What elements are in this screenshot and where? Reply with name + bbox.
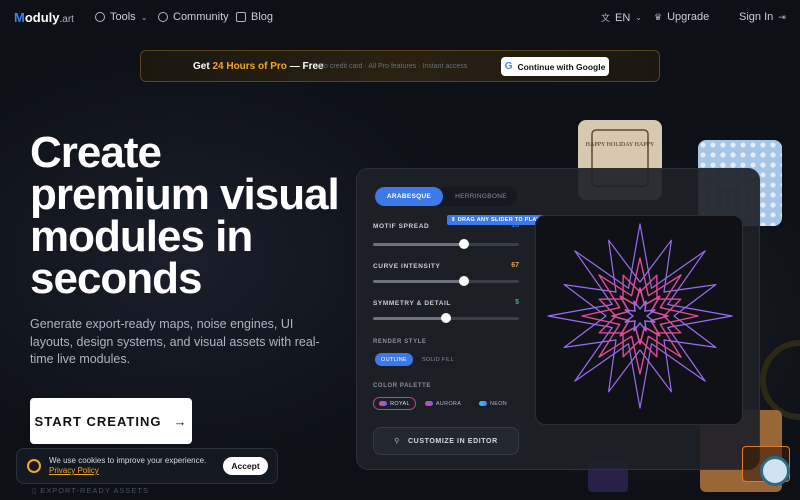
nav-community[interactable]: Community — [158, 11, 229, 23]
chat-support-icon[interactable] — [760, 456, 790, 486]
google-icon: G — [504, 61, 513, 72]
nav-tools-label: Tools — [110, 11, 136, 23]
curve-intensity-slider[interactable] — [373, 276, 519, 286]
promo-subtext: No credit card · All Pro features · Inst… — [319, 63, 468, 70]
sign-in-label: Sign In — [739, 11, 774, 23]
book-icon — [236, 12, 246, 22]
nav-blog-label: Blog — [251, 11, 274, 23]
cookie-message: We use cookies to improve your experienc… — [49, 456, 207, 465]
cookie-banner: We use cookies to improve your experienc… — [16, 448, 278, 484]
accept-cookies-button[interactable]: Accept — [223, 457, 268, 475]
render-style-label: RENDER STYLE — [373, 339, 427, 345]
language-label: EN — [615, 11, 631, 24]
curve-intensity-label: CURVE INTENSITY — [373, 263, 441, 270]
cookie-icon — [27, 459, 41, 473]
tab-herringbone[interactable]: HERRINGBONE — [447, 187, 515, 206]
curve-intensity-fill — [373, 280, 464, 283]
module-panel: ARABESQUE HERRINGBONE ⇕ DRAG ANY SLIDER … — [356, 168, 760, 470]
arabesque-pattern — [547, 223, 733, 409]
palette-neon-option[interactable]: NEON — [473, 397, 513, 410]
export-ready-label: ▯ EXPORT-READY ASSETS — [32, 486, 149, 495]
tools-icon — [95, 12, 105, 22]
palette-royal-option[interactable]: ROYAL — [373, 397, 416, 410]
wand-icon: ⚲ — [394, 438, 401, 445]
pattern-star — [624, 300, 656, 332]
chevron-down-icon: ⌄ — [140, 12, 148, 22]
motif-spread-label: MOTIF SPREAD — [373, 223, 430, 230]
privacy-policy-link[interactable]: Privacy Policy — [49, 466, 99, 475]
promo-headline: Get 24 Hours of Pro — Free — [193, 61, 324, 72]
start-creating-label: START CREATING — [34, 413, 162, 429]
nav-community-label: Community — [173, 11, 229, 23]
logo[interactable]: M oduly .art — [14, 10, 74, 25]
nav-blog[interactable]: Blog — [236, 11, 273, 23]
motif-spread-fill — [373, 243, 464, 246]
palette-aurora-label: AURORA — [435, 400, 462, 407]
arrow-right-icon: → — [173, 413, 188, 429]
motif-spread-slider[interactable] — [373, 239, 519, 249]
render-outline-option[interactable]: OUTLINE — [375, 353, 413, 366]
palette-aurora-option[interactable]: AURORA — [421, 397, 465, 410]
promo-highlight: 24 Hours of Pro — [212, 61, 287, 72]
logo-mark: M — [14, 10, 25, 25]
motif-spread-value: 16 — [511, 222, 519, 229]
aurora-swatch — [424, 401, 433, 406]
pattern-star — [547, 223, 733, 409]
continue-with-google-button[interactable]: G Continue with Google — [501, 57, 609, 76]
curve-intensity-handle[interactable] — [458, 276, 469, 286]
render-solid-fill-option[interactable]: SOLID FILL — [417, 353, 459, 366]
sign-in-link[interactable]: Sign In ⇥ — [739, 11, 786, 23]
palette-royal-label: ROYAL — [390, 400, 410, 407]
customize-label: CUSTOMIZE IN EDITOR — [408, 437, 498, 445]
hero-subtitle: Generate export-ready maps, noise engine… — [30, 317, 320, 366]
curve-intensity-value: 67 — [511, 262, 519, 269]
hero-title: Create premium visual modules in seconds — [30, 128, 340, 303]
upgrade-label: Upgrade — [667, 11, 710, 23]
customize-in-editor-button[interactable]: ⚲ CUSTOMIZE IN EDITOR — [373, 427, 519, 455]
pattern-star — [563, 239, 717, 393]
pattern-star — [581, 257, 699, 375]
top-nav: M oduly .art Tools ⌄ Community Blog 文 EN… — [0, 0, 800, 36]
chevron-down-icon: ⌄ — [635, 13, 642, 22]
globe-icon — [158, 12, 168, 22]
start-creating-button[interactable]: START CREATING → — [30, 398, 192, 444]
pattern-star — [611, 287, 669, 345]
upgrade-link[interactable]: ♛ Upgrade — [654, 11, 709, 23]
logo-main: oduly — [24, 10, 60, 25]
holiday-card-text: HAPPY HOLIDAY HAPPY — [586, 142, 655, 148]
motif-spread-handle[interactable] — [458, 239, 469, 249]
crown-icon: ♛ — [654, 11, 663, 22]
symmetry-detail-fill — [373, 317, 446, 320]
file-icon: ▯ — [32, 486, 41, 495]
color-palette-label: COLOR PALETTE — [373, 383, 432, 389]
promo-prefix: Get — [193, 61, 213, 72]
export-ready-text: EXPORT-READY ASSETS — [40, 486, 149, 495]
nav-tools[interactable]: Tools ⌄ — [95, 11, 147, 23]
language-selector[interactable]: 文 EN ⌄ — [601, 11, 642, 24]
logo-ext: .art — [59, 14, 74, 25]
symmetry-detail-label: SYMMETRY & DETAIL — [373, 300, 451, 307]
symmetry-detail-value: 5 — [515, 299, 519, 306]
symmetry-detail-handle[interactable] — [441, 313, 451, 323]
google-button-label: Continue with Google — [517, 61, 606, 72]
pattern-tabs: ARABESQUE HERRINGBONE — [375, 187, 517, 206]
login-icon: ⇥ — [778, 11, 786, 22]
pattern-preview — [535, 215, 743, 425]
neon-swatch — [478, 401, 487, 406]
palette-neon-label: NEON — [489, 400, 508, 407]
royal-swatch — [379, 401, 388, 406]
tab-arabesque[interactable]: ARABESQUE — [375, 187, 443, 206]
symmetry-detail-slider[interactable] — [373, 313, 519, 323]
promo-banner: Get 24 Hours of Pro — Free No credit car… — [140, 50, 660, 82]
translate-icon: 文 — [601, 13, 611, 23]
